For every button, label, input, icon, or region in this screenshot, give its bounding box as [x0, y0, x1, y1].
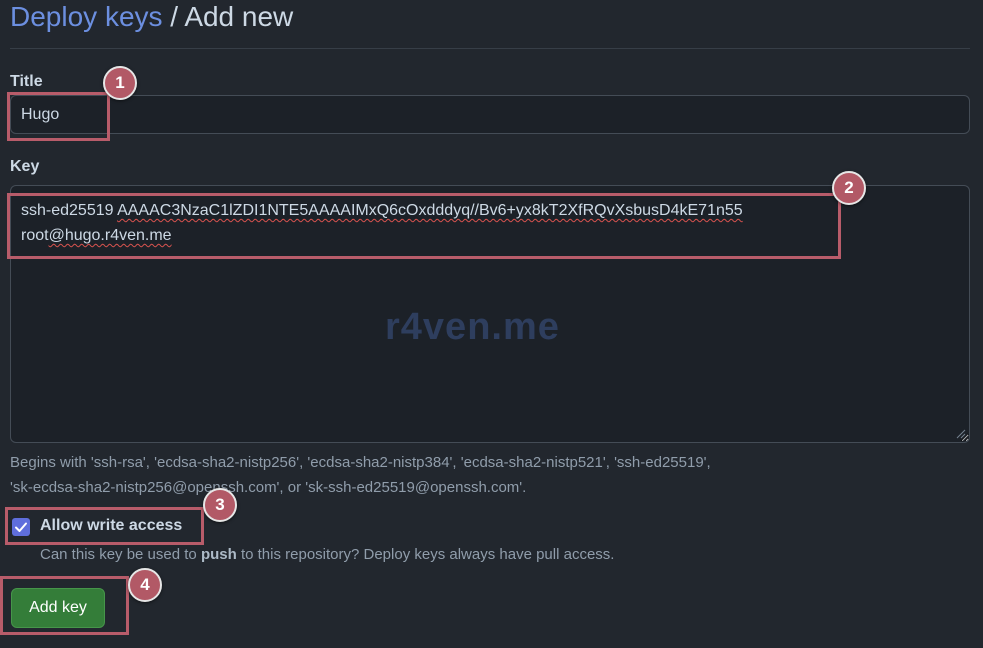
write-access-checkbox[interactable] [12, 518, 30, 536]
write-note-text: Can this key be used to [40, 546, 201, 563]
title-input[interactable] [10, 95, 970, 134]
step-badge-1: 1 [103, 66, 137, 100]
deploy-keys-link[interactable]: Deploy keys [10, 1, 163, 32]
write-note-text-end: to this repository? Deploy keys always h… [236, 546, 615, 563]
breadcrumb-separator: / [162, 1, 185, 32]
add-key-button[interactable]: Add key [11, 588, 105, 628]
page-title: Add new [184, 1, 294, 32]
step-badge-3: 3 [203, 488, 237, 522]
breadcrumb: Deploy keys / Add new [10, 0, 293, 34]
hint-line-1: Begins with 'ssh-rsa', 'ecdsa-sha2-nistp… [10, 454, 711, 471]
step-badge-4: 4 [128, 568, 162, 602]
write-access-note: Can this key be used to push to this rep… [40, 546, 614, 563]
hint-line-2: 'sk-ecdsa-sha2-nistp256@openssh.com', or… [10, 479, 527, 496]
key-label: Key [10, 158, 40, 175]
write-note-bold: push [200, 546, 237, 563]
step-badge-2: 2 [832, 171, 866, 205]
write-access-label[interactable]: Allow write access [40, 517, 182, 535]
resize-grip-icon[interactable] [956, 429, 966, 439]
header-divider [10, 48, 970, 49]
key-format-hint: Begins with 'ssh-rsa', 'ecdsa-sha2-nistp… [10, 450, 970, 500]
key-textarea[interactable] [10, 185, 970, 443]
title-label: Title [10, 73, 43, 90]
checkmark-icon [15, 522, 27, 532]
